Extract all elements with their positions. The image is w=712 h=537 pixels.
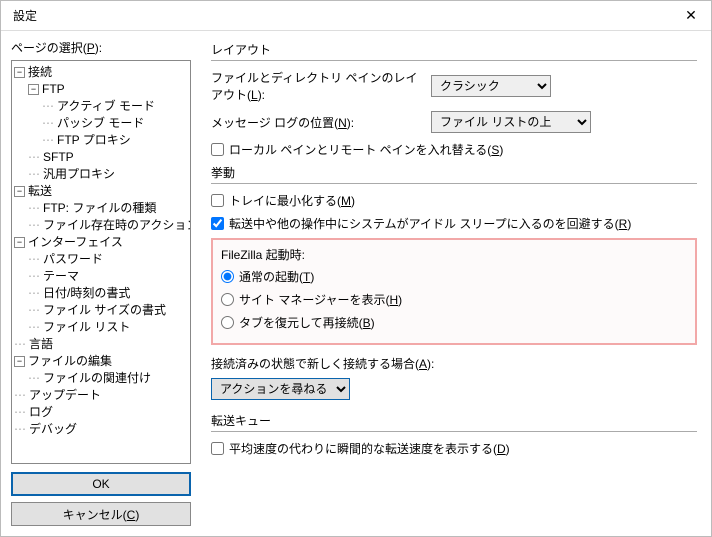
tree-item-transfers[interactable]: 転送 <box>28 183 52 200</box>
radio-startup-sitemanager[interactable]: サイト マネージャーを表示(H) <box>221 291 687 308</box>
tree-item-filesize[interactable]: ファイル サイズの書式 <box>43 302 166 319</box>
tree-item-interface[interactable]: インターフェイス <box>28 234 123 251</box>
checkbox-prevent-idle[interactable]: 転送中や他の操作中にシステムがアイドル スリープに入るのを回避する(R) <box>211 215 697 232</box>
section-queue: 転送キュー <box>211 412 697 432</box>
tree-item-fileexists[interactable]: ファイル存在時のアクション <box>43 217 191 234</box>
window-title: 設定 <box>13 7 37 24</box>
tree-item-assoc[interactable]: ファイルの関連付け <box>43 370 151 387</box>
tree-toggle[interactable]: − <box>14 356 25 367</box>
tree-item-connection[interactable]: 接続 <box>28 64 52 81</box>
tree-toggle[interactable]: − <box>14 237 25 248</box>
tree-item-ftp-proxy[interactable]: FTP プロキシ <box>57 132 131 149</box>
cancel-button[interactable]: キャンセル(C) <box>11 502 191 526</box>
tree-item-datetime[interactable]: 日付/時刻の書式 <box>43 285 130 302</box>
checkbox-swap-panes[interactable]: ローカル ペインとリモート ペインを入れ替える(S) <box>211 141 697 158</box>
page-select-label: ページの選択(P): <box>11 39 191 56</box>
tree-toggle[interactable]: − <box>14 67 25 78</box>
label-already-connected: 接続済みの状態で新しく接続する場合(A): <box>211 355 697 372</box>
ok-button[interactable]: OK <box>11 472 191 496</box>
titlebar: 設定 ✕ <box>1 1 711 31</box>
radio-startup-normal[interactable]: 通常の起動(T) <box>221 268 687 285</box>
checkbox-momentary-speed[interactable]: 平均速度の代わりに瞬間的な転送速度を表示する(D) <box>211 440 697 457</box>
tree-item-passive[interactable]: パッシブ モード <box>57 115 144 132</box>
tree-item-debug[interactable]: デバッグ <box>29 421 77 438</box>
tree-item-filelist[interactable]: ファイル リスト <box>43 319 130 336</box>
tree-toggle[interactable]: − <box>14 186 25 197</box>
section-behaviour: 挙動 <box>211 164 697 184</box>
tree-item-themes[interactable]: テーマ <box>43 268 79 285</box>
select-pane-layout[interactable]: クラシック <box>431 75 551 97</box>
tree-item-language[interactable]: 言語 <box>29 336 53 353</box>
tree-item-passwords[interactable]: パスワード <box>43 251 103 268</box>
tree-item-fileedit[interactable]: ファイルの編集 <box>28 353 112 370</box>
startup-heading: FileZilla 起動時: <box>221 246 687 263</box>
tree-item-active[interactable]: アクティブ モード <box>57 98 155 115</box>
select-already-connected[interactable]: アクションを尋ねる <box>211 378 350 400</box>
tree-item-sftp[interactable]: SFTP <box>43 149 74 166</box>
label-msglog-pos: メッセージ ログの位置(N): <box>211 114 421 131</box>
tree-toggle[interactable]: − <box>28 84 39 95</box>
checkbox-minimize-tray[interactable]: トレイに最小化する(M) <box>211 192 697 209</box>
label-pane-layout: ファイルとディレクトリ ペインのレイアウト(L): <box>211 69 421 103</box>
tree-item-ftp[interactable]: FTP <box>42 81 65 98</box>
tree-item-log[interactable]: ログ <box>29 404 53 421</box>
select-msglog-pos[interactable]: ファイル リストの上 <box>431 111 591 133</box>
tree-item-filetypes[interactable]: FTP: ファイルの種類 <box>43 200 156 217</box>
right-pane: レイアウト ファイルとディレクトリ ペインのレイアウト(L): クラシック メッ… <box>201 31 711 536</box>
tree-item-update[interactable]: アップデート <box>29 387 101 404</box>
startup-group: FileZilla 起動時: 通常の起動(T) サイト マネージャーを表示(H)… <box>211 238 697 345</box>
page-tree[interactable]: −接続 −FTP ⋯アクティブ モード ⋯パッシブ モード ⋯FTP プロキシ … <box>11 60 191 464</box>
close-button[interactable]: ✕ <box>671 1 711 31</box>
radio-startup-restore[interactable]: タブを復元して再接続(B) <box>221 314 687 331</box>
tree-item-generic-proxy[interactable]: 汎用プロキシ <box>43 166 115 183</box>
left-pane: ページの選択(P): −接続 −FTP ⋯アクティブ モード ⋯パッシブ モード… <box>1 31 201 536</box>
section-layout: レイアウト <box>211 41 697 61</box>
